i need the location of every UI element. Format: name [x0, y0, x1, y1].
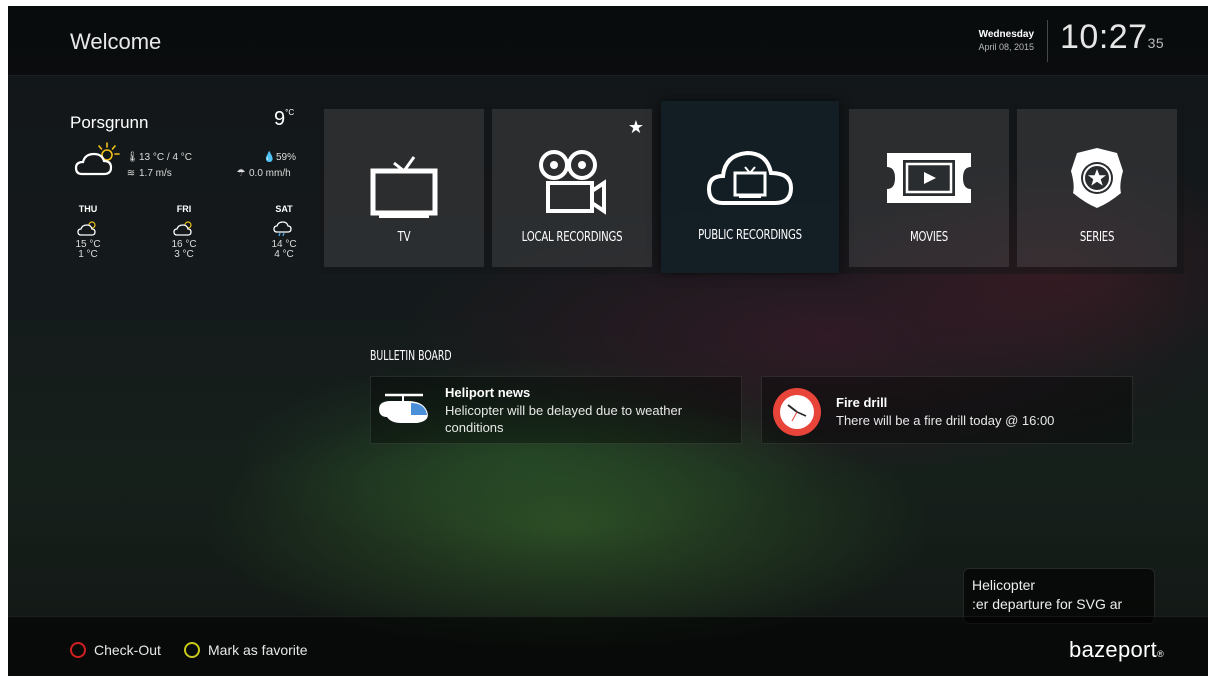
- top-bar: Welcome Wednesday April 08, 2015 10:2735: [8, 6, 1208, 76]
- clock-seconds: 35: [1147, 35, 1165, 51]
- tile-public-recordings[interactable]: PUBLIC RECORDINGS: [661, 101, 839, 273]
- helicopter-icon: [379, 393, 428, 423]
- partly-cloudy-icon: [173, 221, 192, 236]
- wind-speed: ≋ 1.7 m/s: [126, 168, 172, 179]
- weather-temperature: 9°C: [274, 108, 294, 131]
- rain-cloud-icon: [273, 221, 292, 237]
- thermometer-icon: 🌡: [126, 152, 139, 163]
- weather-widget[interactable]: Porsgrunn 9°C 🌡13 °C / 4 °C ≋ 1.7 m/s 💧59…: [66, 106, 306, 286]
- weekday: Wednesday: [978, 29, 1034, 40]
- mark-favorite-label: Mark as favorite: [208, 642, 308, 658]
- hi-lo-temp: 🌡13 °C / 4 °C: [126, 152, 192, 163]
- main-menu: TV ★ LOCAL RECORDINGS PUBLIC RECORDINGS …: [320, 101, 1184, 274]
- clock-divider: [1047, 20, 1048, 62]
- humidity: 💧59%: [263, 152, 296, 163]
- forecast-day: FRI 16 °C 3 °C: [164, 204, 204, 260]
- hi-lo-value: 13 °C / 4 °C: [139, 152, 193, 163]
- bulletin-item-heliport[interactable]: Heliport news Helicopter will be delayed…: [370, 376, 742, 444]
- tile-label: MOVIES: [910, 230, 948, 245]
- tile-label: SERIES: [1079, 230, 1115, 245]
- mark-favorite-button[interactable]: Mark as favorite: [184, 642, 308, 658]
- bulletin-board-title: BULLETIN BOARD: [370, 349, 452, 364]
- forecast-day: THU 15 °C 1 °C: [68, 204, 108, 260]
- tile-label: TV: [397, 230, 411, 245]
- clock: 10:2735: [1060, 18, 1164, 57]
- temperature-unit: °C: [285, 108, 295, 117]
- droplet-icon: 💧: [263, 152, 276, 163]
- bulletin-item-text: Helicopter will be delayed due to weathe…: [445, 403, 683, 435]
- forecast-low: 1 °C: [78, 249, 98, 260]
- precip-value: 0.0 mm/h: [249, 168, 291, 179]
- precipitation: ☂ 0.0 mm/h: [236, 168, 291, 179]
- umbrella-icon: ☂: [236, 168, 246, 179]
- forecast-day-name: FRI: [176, 204, 192, 214]
- partly-cloudy-icon: [74, 142, 120, 176]
- forecast-day: SAT 14 °C 4 °C: [264, 204, 304, 260]
- clock-icon: [773, 388, 821, 436]
- check-out-button[interactable]: Check-Out: [70, 642, 161, 658]
- forecast-low: 3 °C: [174, 249, 194, 260]
- page-title: Welcome: [70, 29, 162, 54]
- bazeport-logo: bazeport®: [1069, 637, 1164, 663]
- screen: Welcome Wednesday April 08, 2015 10:2735…: [8, 6, 1208, 676]
- date: April 08, 2015: [978, 42, 1034, 52]
- tile-movies[interactable]: MOVIES: [849, 109, 1009, 267]
- tile-tv[interactable]: TV: [324, 109, 484, 267]
- notification-text: :er departure for SVG ar: [972, 596, 1123, 612]
- forecast-low: 4 °C: [274, 249, 294, 260]
- tile-series[interactable]: SERIES: [1017, 109, 1177, 267]
- ticket-icon: [887, 153, 971, 203]
- bulletin-item-title: Fire drill: [836, 395, 888, 410]
- red-button-icon: [70, 642, 86, 658]
- wind-value: 1.7 m/s: [139, 168, 172, 179]
- partly-cloudy-icon: [77, 221, 96, 236]
- tile-label: LOCAL RECORDINGS: [521, 230, 623, 245]
- logo-text: bazeport: [1069, 637, 1158, 662]
- cloud-tv-icon: [706, 150, 794, 205]
- clock-time: 10:27: [1060, 18, 1148, 56]
- favorite-star-icon: ★: [627, 117, 644, 137]
- temperature-value: 9: [274, 108, 286, 130]
- bulletin-item-title: Heliport news: [445, 385, 531, 400]
- tv-icon: [370, 156, 438, 218]
- badge-icon: [1071, 148, 1123, 208]
- humidity-value: 59%: [276, 152, 297, 163]
- bulletin-item-text: There will be a fire drill today @ 16:00: [836, 413, 1055, 428]
- tile-local-recordings[interactable]: ★ LOCAL RECORDINGS: [492, 109, 652, 267]
- weather-city: Porsgrunn: [70, 113, 149, 132]
- check-out-label: Check-Out: [94, 642, 161, 658]
- tile-label: PUBLIC RECORDINGS: [698, 228, 802, 243]
- bottom-bar: Check-Out Mark as favorite bazeport®: [8, 616, 1208, 676]
- logo-registered-icon: ®: [1157, 649, 1164, 659]
- camera-icon: [539, 150, 606, 215]
- bulletin-item-fire-drill[interactable]: Fire drill There will be a fire drill to…: [761, 376, 1133, 444]
- notification-title: Helicopter: [972, 577, 1036, 593]
- yellow-button-icon: [184, 642, 200, 658]
- wind-icon: ≋: [126, 168, 136, 179]
- forecast-day-name: SAT: [275, 204, 293, 214]
- forecast-day-name: THU: [78, 204, 98, 214]
